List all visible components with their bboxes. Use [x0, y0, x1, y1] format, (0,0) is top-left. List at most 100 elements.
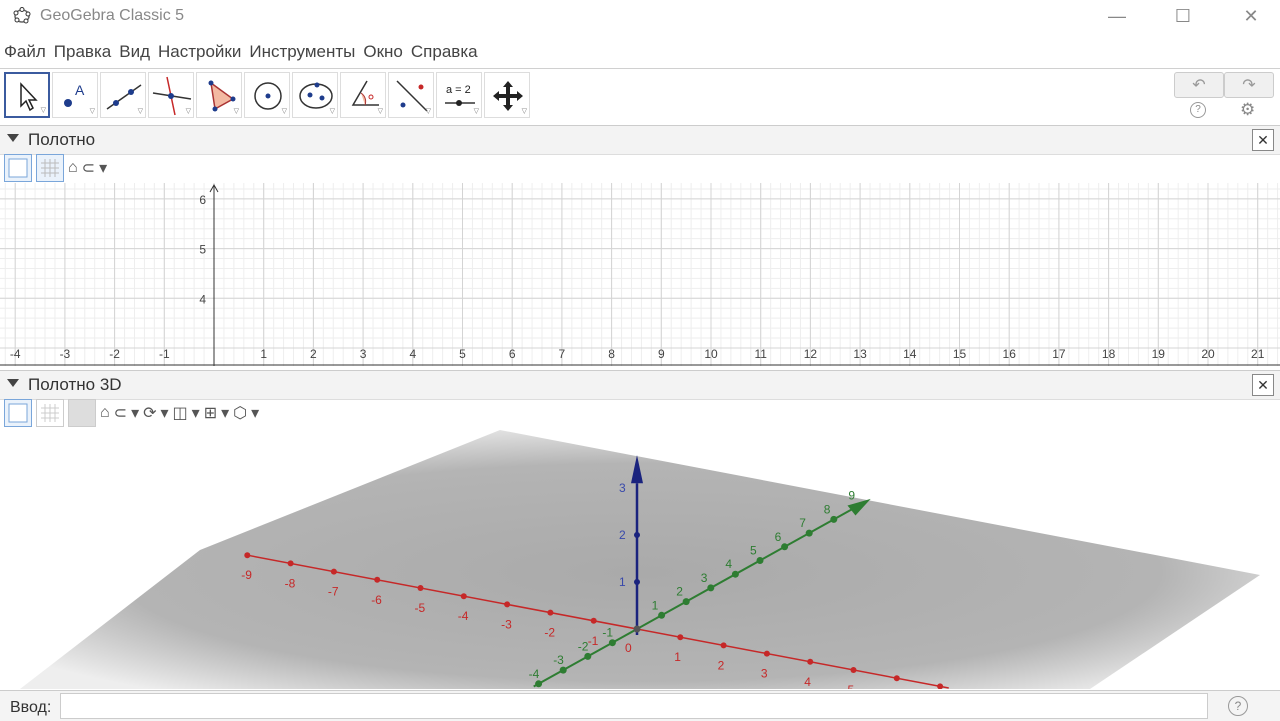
minimize-button[interactable]: —	[1094, 0, 1140, 32]
x-tick-label: 1	[260, 347, 267, 361]
redo-button[interactable]: ↷	[1224, 72, 1274, 98]
y-axis-label: 2	[676, 585, 683, 599]
y-axis-label: 9	[848, 489, 855, 503]
x-axis-label: 2	[718, 658, 725, 672]
slider-label: a = 2	[446, 84, 471, 96]
help-icon[interactable]: ?	[1190, 102, 1206, 118]
x-tick-label: 15	[953, 347, 967, 361]
rotate-view-icon[interactable]: ⟳	[143, 403, 156, 423]
graphics-panel-header: Полотно ✕	[0, 125, 1280, 155]
tool-point[interactable]: A ▽	[52, 72, 98, 118]
y-axis-tick	[608, 639, 616, 647]
show-grid-button[interactable]	[36, 154, 64, 182]
point-capture-icon[interactable]: ⊂	[114, 403, 127, 423]
x-tick-label: 5	[459, 347, 466, 361]
y-axis-tick	[781, 543, 789, 551]
graphics-view-3d[interactable]: -4-3-2-11234567891230-9-8-7-6-5-4-3-2-11…	[0, 430, 1280, 689]
chevron-down-icon[interactable]: ▾	[161, 403, 169, 423]
input-label: Ввод:	[10, 699, 52, 716]
y-axis-tick	[830, 515, 838, 523]
x-axis-tick	[850, 667, 857, 673]
tool-slider[interactable]: a = 2 ▽	[436, 72, 482, 118]
x-axis-tick	[287, 560, 294, 567]
point-label: A	[75, 82, 85, 98]
chevron-down-icon[interactable]: ▾	[192, 403, 200, 423]
tool-reflect[interactable]: ▽	[388, 72, 434, 118]
collapse-arrow-icon[interactable]	[7, 379, 19, 387]
y-axis-tick	[707, 584, 715, 592]
chevron-down-icon[interactable]: ▾	[221, 403, 229, 423]
close-button[interactable]: ✕	[1228, 0, 1274, 32]
x-tick-label: 21	[1251, 347, 1265, 361]
undo-button[interactable]: ↶	[1174, 72, 1224, 98]
z-axis-tick	[634, 579, 640, 585]
show-axes-3d-button[interactable]	[4, 399, 32, 427]
xy-plane	[20, 430, 1260, 689]
y-axis-label: 1	[652, 598, 659, 612]
x-axis-tick	[374, 576, 381, 583]
clipping-box-icon[interactable]: ◫	[173, 403, 188, 423]
x-axis-label: -9	[241, 568, 252, 582]
view-direction-icon[interactable]: ⬡	[233, 403, 247, 423]
y-axis-label: -3	[553, 653, 564, 667]
tool-move[interactable]: ▽	[4, 72, 50, 118]
tool-ellipse[interactable]: ▽	[292, 72, 338, 118]
collapse-arrow-icon[interactable]	[7, 134, 19, 142]
x-axis-label: 4	[804, 675, 811, 689]
x-axis-label: -7	[328, 585, 339, 599]
origin-point	[633, 625, 641, 633]
y-tick-label: 4	[199, 292, 206, 306]
chevron-down-icon[interactable]: ▾	[99, 158, 107, 178]
tool-polygon[interactable]: ▽	[196, 72, 242, 118]
tool-perpendicular[interactable]: ▽	[148, 72, 194, 118]
menu-options[interactable]: Настройки	[154, 38, 245, 66]
axes-icon	[8, 158, 28, 178]
x-axis-tick	[244, 552, 251, 559]
tool-move-graphics[interactable]: ▽	[484, 72, 530, 118]
tool-circle[interactable]: ▽	[244, 72, 290, 118]
home-icon[interactable]: ⌂	[68, 159, 78, 177]
menu-tools[interactable]: Инструменты	[245, 38, 359, 66]
graphics-close-button[interactable]: ✕	[1252, 129, 1274, 151]
x-axis-tick	[460, 593, 467, 600]
x-axis-label: -1	[588, 634, 599, 648]
settings-icon[interactable]: ⚙	[1240, 100, 1255, 120]
menu-help[interactable]: Справка	[407, 38, 482, 66]
menu-window[interactable]: Окно	[359, 38, 407, 66]
chevron-down-icon[interactable]: ▾	[131, 403, 139, 423]
z-axis-label: 2	[619, 528, 626, 542]
menu-edit[interactable]: Правка	[50, 38, 115, 66]
axes-icon	[8, 403, 28, 423]
projection-icon[interactable]: ⊞	[204, 403, 217, 423]
maximize-button[interactable]: ☐	[1160, 0, 1206, 32]
x-tick-label: 16	[1003, 347, 1017, 361]
x-tick-label: 14	[903, 347, 917, 361]
undo-icon: ↶	[1192, 77, 1206, 94]
show-plane-button[interactable]	[68, 399, 96, 427]
graphics-style-bar: ⌂ ⊂ ▾	[4, 153, 107, 183]
tool-angle[interactable]: ▽	[340, 72, 386, 118]
show-grid-3d-button[interactable]	[36, 399, 64, 427]
input-field[interactable]	[60, 693, 1208, 719]
graphics-view-2d[interactable]: -4 -3 -2 -1 1 2 3 4 5 6 7 8 9 10 11 12 13 14 15 16 17 18 19 20 2…	[0, 183, 1280, 366]
y-axis-label: -1	[602, 626, 613, 640]
point-capture-icon[interactable]: ⊂	[82, 158, 95, 178]
tool-line[interactable]: ▽	[100, 72, 146, 118]
x-tick-label: 10	[704, 347, 718, 361]
home-icon[interactable]: ⌂	[100, 404, 110, 422]
x-tick-label: 8	[608, 347, 615, 361]
x-axis-tick	[547, 609, 554, 616]
show-axes-button[interactable]	[4, 154, 32, 182]
menu-bar: Файл Правка Вид Настройки Инструменты Ок…	[0, 38, 482, 66]
x-tick-label: 3	[360, 347, 367, 361]
graphics3d-close-button[interactable]: ✕	[1252, 374, 1274, 396]
menu-file[interactable]: Файл	[0, 38, 50, 66]
graphics-panel-title: Полотно	[28, 130, 96, 149]
input-help-icon[interactable]: ?	[1228, 696, 1248, 716]
chevron-down-icon[interactable]: ▾	[251, 403, 259, 423]
y-axis-tick	[559, 666, 567, 674]
x-tick-label: 9	[658, 347, 665, 361]
window-title: GeoGebra Classic 5	[40, 7, 185, 24]
menu-view[interactable]: Вид	[115, 38, 154, 66]
y-axis-label: 4	[725, 557, 732, 571]
